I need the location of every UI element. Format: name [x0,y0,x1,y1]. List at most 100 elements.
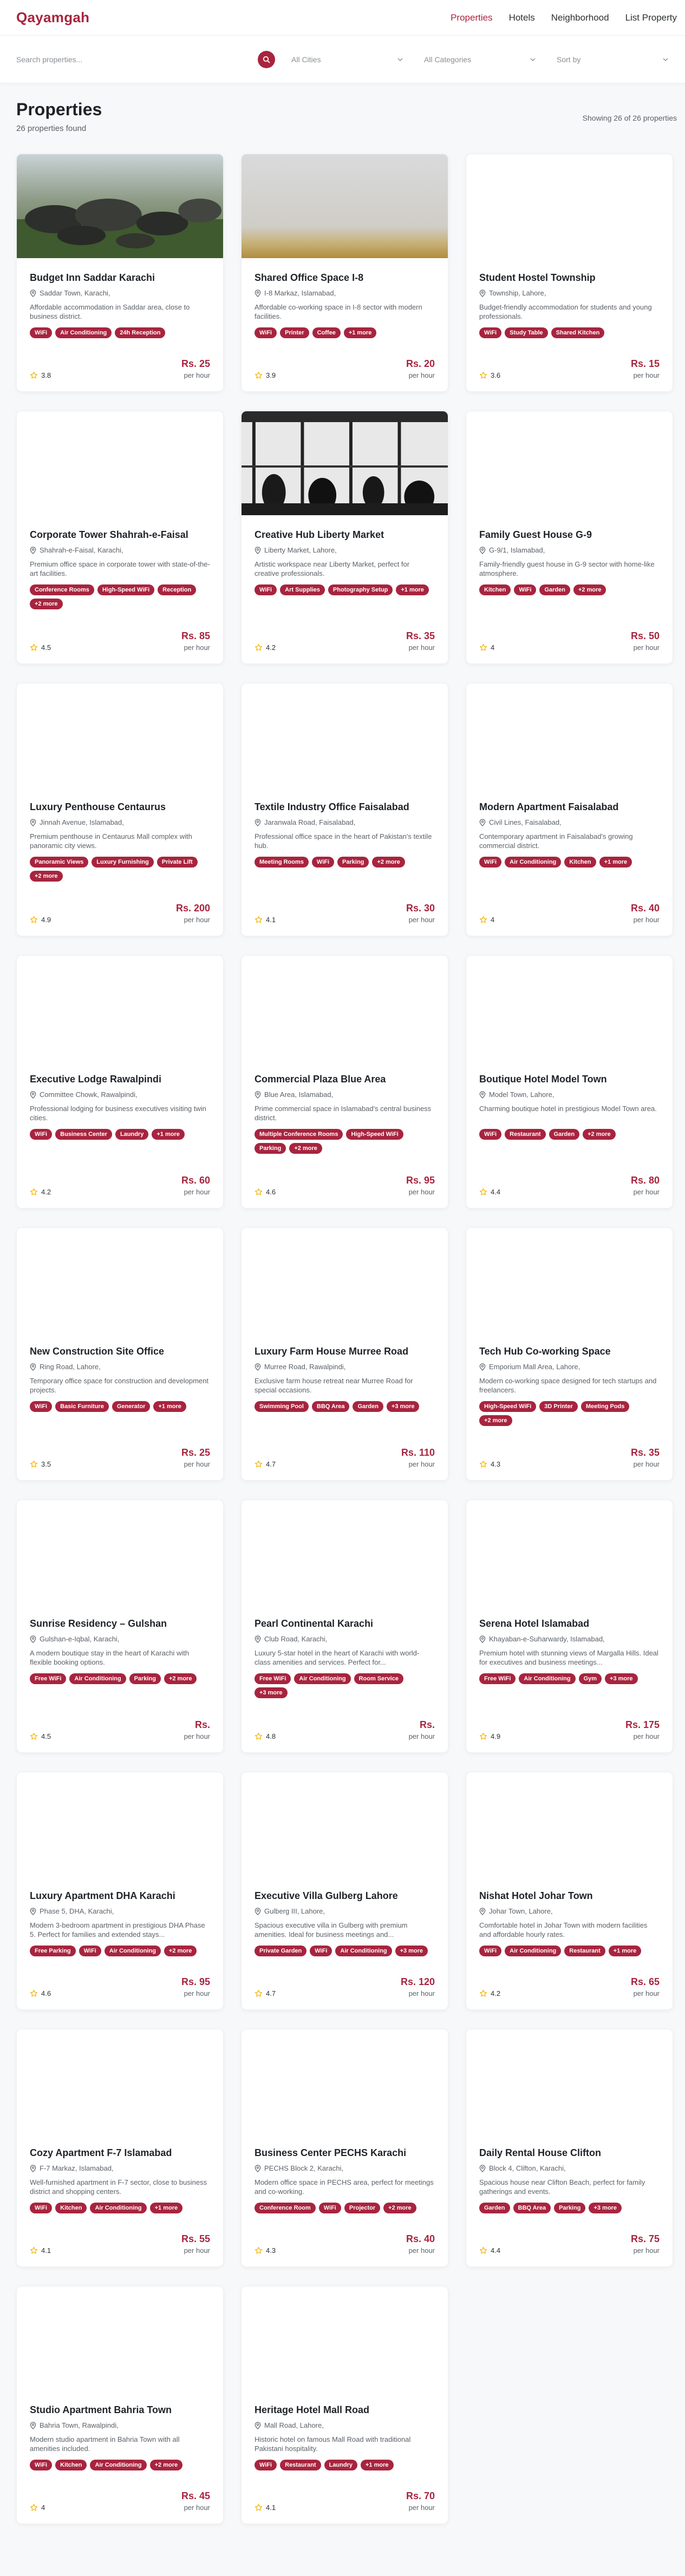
amenity-tag: Photography Setup [328,584,393,595]
city-select[interactable]: All Cities [291,55,403,64]
price-value: Rs. 60 [181,1175,210,1186]
amenity-tag: High-Speed WiFi [479,1401,537,1412]
card-body: Heritage Hotel Mall Road Mall Road, Laho… [242,2404,448,2470]
property-title: Tech Hub Co-working Space [479,1346,611,1357]
property-title: Textile Industry Office Faisalabad [255,801,409,812]
rating-value: 4.2 [41,1188,51,1196]
property-location: Johar Town, Lahore, [479,1907,660,1915]
property-card[interactable]: Budget Inn Saddar Karachi Saddar Town, K… [16,154,224,392]
nav-hotels[interactable]: Hotels [509,12,535,23]
amenity-tag: +1 more [149,2203,183,2213]
price-unit: per hour [184,643,210,652]
property-rating: 4.1 [30,2246,51,2255]
property-card[interactable]: Family Guest House G-9 G-9/1, Islamabad,… [466,411,673,664]
search-input[interactable] [16,55,258,64]
property-card[interactable]: New Construction Site Office Ring Road, … [16,1227,224,1481]
amenity-tag: Restaurant [505,1129,546,1140]
property-rating: 3.8 [30,371,51,379]
property-location: Model Town, Lahore, [479,1090,660,1099]
price-value: Rs. 200 [175,903,210,914]
property-card[interactable]: Modern Apartment Faisalabad Civil Lines,… [466,683,673,936]
amenity-tag: Meeting Pods [580,1401,630,1412]
property-card[interactable]: Sunrise Residency – Gulshan Gulshan-e-Iq… [16,1500,224,1753]
property-card[interactable]: Business Center PECHS Karachi PECHS Bloc… [241,2029,448,2267]
amenity-tag: Air Conditioning [90,2460,147,2470]
property-title: Budget Inn Saddar Karachi [30,272,155,283]
property-image-fog [242,154,448,258]
amenity-tag: Basic Furniture [55,1401,109,1412]
property-card[interactable]: Commercial Plaza Blue Area Blue Area, Is… [241,955,448,1208]
amenity-tags: Meeting Rooms WiFi Parking +2 more [255,857,435,868]
amenity-tag: WiFi [255,327,277,338]
amenity-tag: +1 more [152,1129,185,1140]
search-button[interactable] [258,50,275,68]
amenity-tag: Kitchen [55,2203,87,2213]
card-footer: 4.9 Rs. 200 per hour [30,903,210,924]
amenity-tag: Kitchen [479,584,511,595]
nav-properties[interactable]: Properties [451,12,492,23]
nav-neighborhood[interactable]: Neighborhood [551,12,609,23]
property-rating: 4.2 [30,1188,51,1196]
property-card[interactable]: Executive Villa Gulberg Lahore Gulberg I… [241,1772,448,2010]
property-card[interactable]: Luxury Farm House Murree Road Murree Roa… [241,1227,448,1481]
property-card[interactable]: Executive Lodge Rawalpindi Committee Cho… [16,955,224,1208]
property-card[interactable]: Cozy Apartment F-7 Islamabad F-7 Markaz,… [16,2029,224,2267]
amenity-tag: WiFi [255,2460,277,2470]
property-rating: 4.7 [255,1460,276,1468]
property-price: Rs. 30 per hour [406,903,435,924]
card-footer: 4 Rs. 50 per hour [479,630,660,652]
price-value: Rs. 35 [630,1447,660,1458]
star-icon [479,1989,487,1997]
amenity-tags: High-Speed WiFi 3D Printer Meeting Pods +2 … [479,1401,660,1426]
property-title: Corporate Tower Shahrah-e-Faisal [30,529,188,540]
amenity-tag: WiFi [79,1946,101,1956]
property-card[interactable]: Student Hostel Township Township, Lahore… [466,154,673,392]
property-rating: 4.1 [255,2503,276,2512]
amenity-tag: +3 more [605,1673,638,1684]
amenity-tag: +3 more [395,1946,428,1956]
property-card[interactable]: Pearl Continental Karachi Club Road, Kar… [241,1500,448,1753]
rating-value: 4.4 [491,2246,501,2255]
property-card[interactable]: Textile Industry Office Faisalabad Jaran… [241,683,448,936]
location-pin-icon [255,2164,261,2172]
property-card[interactable]: Luxury Penthouse Centaurus Jinnah Avenue… [16,683,224,936]
amenity-tag: Private Lift [156,857,198,868]
property-card[interactable]: Luxury Apartment DHA Karachi Phase 5, DH… [16,1772,224,2010]
price-unit: per hour [184,916,210,924]
card-footer: 4.5 Rs. 85 per hour [30,630,210,652]
nav-list-property[interactable]: List Property [625,12,677,23]
amenity-tag: WiFi [514,584,537,595]
property-description: Budget-friendly accommodation for studen… [479,303,652,320]
location-pin-icon [479,289,486,297]
brand-logo[interactable]: Qayamgah [16,9,89,26]
property-card[interactable]: Nishat Hotel Johar Town Johar Town, Laho… [466,1772,673,2010]
category-select[interactable]: All Categories [424,55,536,64]
property-card[interactable]: Shared Office Space I-8 I-8 Markaz, Isla… [241,154,448,392]
property-card[interactable]: Creative Hub Liberty Market Liberty Mark… [241,411,448,664]
amenity-tags: WiFi Air Conditioning 24h Reception [30,327,210,338]
card-footer: 4.3 Rs. 35 per hour [479,1447,660,1468]
property-card[interactable]: Corporate Tower Shahrah-e-Faisal Shahrah… [16,411,224,664]
location-pin-icon [479,1363,486,1371]
card-body: Family Guest House G-9 G-9/1, Islamabad,… [466,529,673,595]
rating-value: 4.3 [266,2246,276,2255]
property-description: Modern studio apartment in Bahria Town w… [30,2435,180,2453]
price-value: Rs. 55 [181,2233,210,2244]
property-card[interactable]: Heritage Hotel Mall Road Mall Road, Laho… [241,2286,448,2524]
amenity-tag: Garden [479,2203,510,2213]
price-unit: per hour [184,2503,210,2512]
card-footer: 4.1 Rs. 55 per hour [30,2233,210,2255]
property-card[interactable]: Serena Hotel Islamabad Khayaban-e-Suharw… [466,1500,673,1753]
property-description: Luxury 5-star hotel in the heart of Kara… [255,1649,420,1666]
amenity-tag: Private Garden [255,1946,307,1956]
property-card[interactable]: Tech Hub Co-working Space Emporium Mall … [466,1227,673,1481]
property-card[interactable]: Daily Rental House Clifton Block 4, Clif… [466,2029,673,2267]
star-icon [30,916,38,924]
property-card[interactable]: Boutique Hotel Model Town Model Town, La… [466,955,673,1208]
card-body: Pearl Continental Karachi Club Road, Kar… [242,1618,448,1698]
location-pin-icon [30,289,36,297]
property-card[interactable]: Studio Apartment Bahria Town Bahria Town… [16,2286,224,2524]
property-location: Gulberg III, Lahore, [255,1907,435,1915]
amenity-tag: Panoramic Views [30,857,89,868]
sort-select[interactable]: Sort by [557,55,668,64]
